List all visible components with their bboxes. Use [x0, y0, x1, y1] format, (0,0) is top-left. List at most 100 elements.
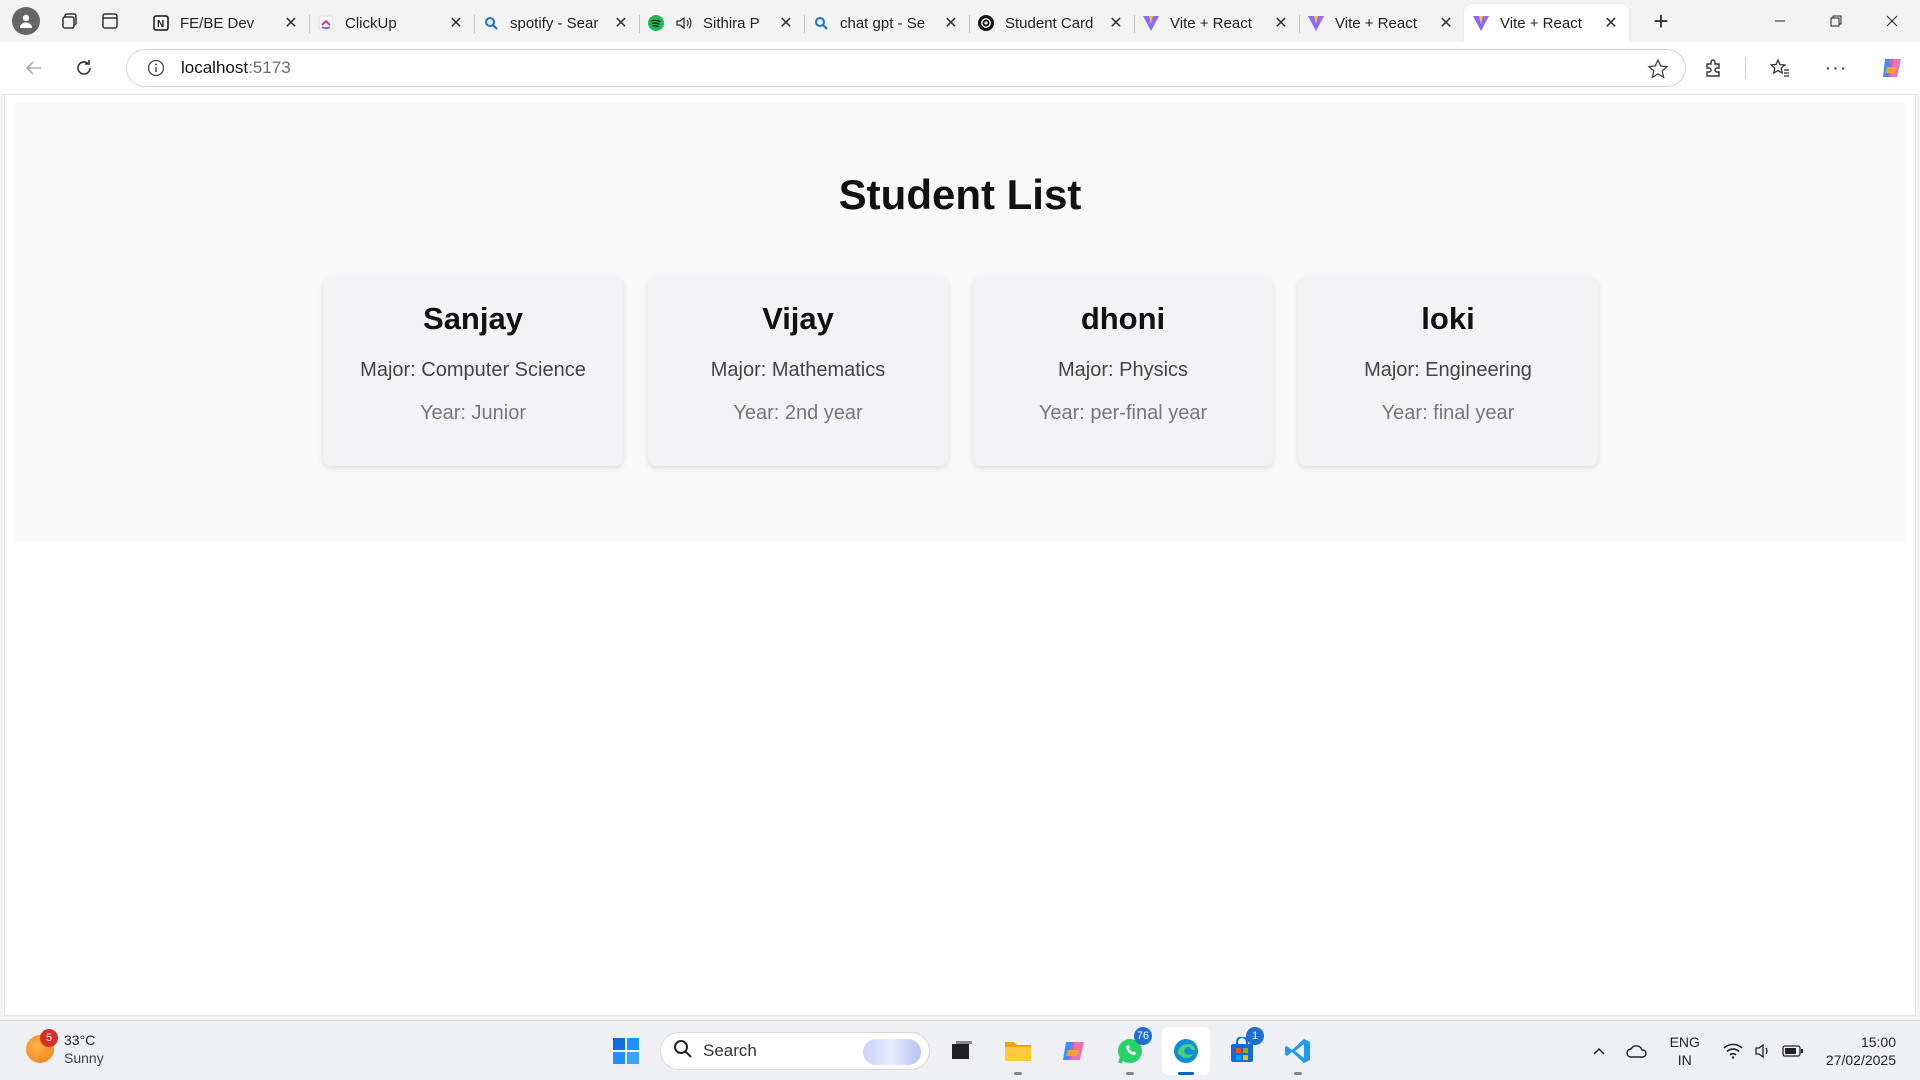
cloud-icon [1625, 1045, 1647, 1058]
show-hidden-icons-button[interactable] [1584, 1036, 1614, 1066]
wifi-icon [1723, 1043, 1743, 1059]
weather-badge: 5 [40, 1029, 58, 1047]
edge-icon [1174, 1039, 1198, 1063]
student-card-list: Sanjay Major: Computer Science Year: Jun… [323, 277, 1623, 466]
start-button[interactable] [604, 1029, 648, 1073]
close-tab-icon[interactable]: ✕ [1601, 13, 1621, 33]
copilot-app-button[interactable] [1050, 1027, 1098, 1075]
student-year: Year: per-final year [1038, 402, 1208, 424]
clock[interactable]: 15:00 27/02/2025 [1826, 1033, 1896, 1069]
vscode-button[interactable] [1274, 1027, 1322, 1075]
close-tab-icon[interactable]: ✕ [1106, 13, 1126, 33]
browser-tab[interactable]: N FE/BE Dev ✕ [144, 6, 309, 40]
browser-tab[interactable]: ClickUp ✕ [309, 6, 474, 40]
browser-tab-active[interactable]: Vite + React ✕ [1464, 4, 1629, 42]
close-tab-icon[interactable]: ✕ [1271, 13, 1291, 33]
close-tab-icon[interactable]: ✕ [281, 13, 301, 33]
back-arrow-icon [25, 61, 41, 75]
browser-tab[interactable]: Vite + React ✕ [1299, 6, 1464, 40]
weather-widget[interactable]: 5 33°C Sunny [26, 1029, 104, 1067]
file-explorer-button[interactable] [994, 1027, 1042, 1075]
language-indicator[interactable]: ENG IN [1670, 1033, 1700, 1069]
search-label: Search [703, 1041, 757, 1060]
onedrive-button[interactable] [1622, 1036, 1652, 1066]
tab-title: Vite + React [1335, 14, 1417, 32]
workspaces-button[interactable] [50, 0, 90, 42]
ellipsis-icon: ··· [1824, 56, 1848, 79]
speaker-icon[interactable] [675, 14, 693, 32]
search-icon [673, 1039, 693, 1064]
minimize-icon [1775, 20, 1785, 22]
whatsapp-button[interactable]: 76 [1106, 1027, 1154, 1075]
browser-tab[interactable]: Vite + React ✕ [1134, 6, 1299, 40]
browser-tab-strip: N FE/BE Dev ✕ ClickUp ✕ spotify - Sear ✕… [0, 0, 1920, 42]
browser-tab[interactable]: spotify - Sear ✕ [474, 6, 639, 40]
student-major: Major: Engineering [1364, 359, 1532, 381]
refresh-icon [77, 60, 91, 75]
sun-icon: 5 [26, 1029, 58, 1063]
student-year: Year: 2nd year [733, 402, 863, 424]
language-code: ENG [1669, 1034, 1700, 1050]
close-tab-icon[interactable]: ✕ [941, 13, 961, 33]
copilot-icon [1063, 1042, 1084, 1060]
close-tab-icon[interactable]: ✕ [776, 13, 796, 33]
student-major: Major: Physics [1057, 359, 1189, 381]
taskbar-apps: Search 76 1 [604, 1027, 1322, 1075]
vite-icon [1472, 14, 1490, 32]
battery-button[interactable] [1778, 1036, 1808, 1066]
copilot-button[interactable] [1870, 48, 1914, 88]
weather-temp: 33°C [64, 1032, 96, 1048]
spotify-icon [647, 14, 665, 32]
taskbar-search[interactable]: Search [660, 1032, 930, 1070]
system-tray: ENG IN 15:00 27/02/2025 [1576, 1021, 1920, 1080]
new-tab-button[interactable]: + [1641, 1, 1681, 41]
folder-icon [1005, 1042, 1031, 1061]
student-card: Sanjay Major: Computer Science Year: Jun… [323, 277, 623, 466]
favorite-star-icon[interactable] [1647, 58, 1669, 80]
refresh-button[interactable] [64, 48, 104, 88]
browser-tab[interactable]: Student Card ✕ [969, 6, 1134, 40]
minimize-button[interactable] [1752, 0, 1808, 42]
close-tab-icon[interactable]: ✕ [611, 13, 631, 33]
workspaces-icon [62, 13, 77, 29]
clickup-icon [317, 14, 335, 32]
browser-tab[interactable]: Sithira P ✕ [639, 6, 804, 40]
student-name: Vijay [762, 301, 834, 336]
running-indicator [1178, 1072, 1194, 1075]
favorites-icon [1769, 58, 1789, 77]
svg-text:N: N [157, 19, 164, 30]
close-window-button[interactable] [1864, 0, 1920, 42]
tab-title: spotify - Sear [510, 14, 599, 32]
task-view-button[interactable] [938, 1027, 986, 1075]
volume-button[interactable] [1748, 1036, 1778, 1066]
back-button[interactable] [14, 48, 54, 88]
toolbar-right: ··· [1679, 42, 1920, 94]
running-indicator [1014, 1072, 1022, 1075]
vite-icon [1307, 14, 1325, 32]
student-year: Year: final year [1381, 402, 1515, 424]
page-viewport: Student List Sanjay Major: Computer Scie… [4, 94, 1916, 1016]
site-info-icon[interactable] [145, 57, 167, 79]
profile-avatar[interactable] [12, 7, 40, 35]
address-bar[interactable]: localhost:5173 [126, 49, 1686, 87]
windows-logo-icon [613, 1038, 639, 1064]
notification-badge: 76 [1133, 1027, 1152, 1045]
task-view-icon [952, 1041, 972, 1059]
store-button[interactable]: 1 [1218, 1027, 1266, 1075]
student-card: dhoni Major: Physics Year: per-final yea… [973, 277, 1273, 466]
extensions-button[interactable] [1691, 48, 1735, 88]
restore-icon [1830, 15, 1842, 27]
close-tab-icon[interactable]: ✕ [1436, 13, 1456, 33]
vertical-tabs-button[interactable] [90, 0, 130, 42]
browser-tab[interactable]: chat gpt - Se ✕ [804, 6, 969, 40]
search-highlight-image [863, 1039, 921, 1065]
tab-title: Vite + React [1500, 14, 1582, 32]
close-tab-icon[interactable]: ✕ [446, 13, 466, 33]
favorites-button[interactable] [1758, 48, 1802, 88]
close-icon [1886, 15, 1898, 27]
wifi-button[interactable] [1718, 1036, 1748, 1066]
more-menu-button[interactable]: ··· [1814, 48, 1858, 88]
student-name: dhoni [1080, 301, 1166, 336]
edge-browser-button[interactable] [1162, 1027, 1210, 1075]
restore-button[interactable] [1808, 0, 1864, 42]
